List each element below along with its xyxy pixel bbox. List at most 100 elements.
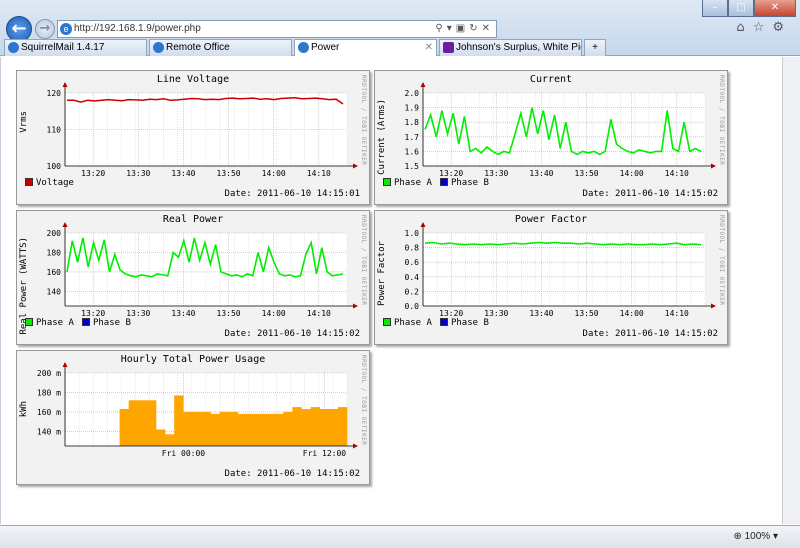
y-tick-label: 110 (47, 126, 62, 135)
window-controls: – □ ✕ (702, 0, 796, 17)
x-axis-arrow-icon (711, 163, 716, 169)
y-tick-label: 0.2 (405, 287, 420, 296)
x-tick-label: Fri 12:00 (303, 449, 347, 458)
x-tick-label: 13:40 (171, 169, 195, 178)
usage-bar (219, 411, 229, 446)
legend: Phase A Phase B (383, 318, 489, 328)
legend-item-phase-b: Phase B (81, 318, 131, 328)
toolbar-icons[interactable]: ⌂☆⚙ (736, 20, 792, 35)
chart-date: Date: 2011-06-10 14:15:02 (224, 469, 360, 479)
tab-johnsons-surplus[interactable]: Johnson's Surplus, White Pige... (439, 39, 582, 56)
yahoo-icon (443, 42, 454, 53)
y-tick-label: 0.8 (405, 244, 420, 253)
tab-remote-office[interactable]: Remote Office (149, 39, 292, 56)
x-tick-label: 14:00 (262, 169, 286, 178)
y-axis-arrow-icon (62, 82, 68, 87)
y-tick-label: 160 m (37, 408, 61, 417)
tab-close-icon[interactable]: ✕ (425, 40, 433, 55)
x-tick-label: 14:10 (307, 309, 331, 318)
home-icon: ⌂ (736, 20, 753, 35)
y-axis-arrow-icon (420, 222, 426, 227)
x-tick-label: 13:20 (439, 309, 463, 318)
line-voltage-graph: Line Voltage Vrms RRDTOOL / TOBI OETIKER… (16, 70, 370, 205)
address-tools[interactable]: ⚲▾▣↻✕ (435, 21, 494, 37)
forward-button[interactable]: → (35, 19, 55, 39)
search-icon: ⚲ (435, 23, 447, 34)
tab-favicon-icon (8, 42, 19, 53)
x-tick-label: 13:30 (126, 309, 150, 318)
y-tick-label: 120 (47, 89, 62, 98)
gear-icon: ⚙ (772, 20, 792, 35)
dropdown-icon: ▾ (446, 23, 456, 34)
address-bar[interactable]: e http://192.168.1.9/power.php ⚲▾▣↻✕ (57, 20, 497, 38)
usage-bar (146, 400, 157, 446)
usage-bar (337, 407, 348, 446)
zoom-level[interactable]: ⊕ 100% ▾ (733, 531, 778, 542)
tab-favicon-icon (153, 42, 164, 53)
x-tick-label: 13:40 (529, 309, 553, 318)
tab-power[interactable]: Power ✕ (294, 39, 437, 56)
chart-date: Date: 2011-06-10 14:15:02 (582, 329, 718, 339)
x-tick-label: 13:50 (217, 309, 241, 318)
vertical-scrollbar[interactable] (782, 57, 800, 524)
usage-bar (119, 409, 129, 446)
x-tick-label: 13:50 (575, 309, 599, 318)
x-tick-label: 13:50 (217, 169, 241, 178)
usage-bar (192, 411, 202, 446)
usage-bar (228, 411, 239, 446)
y-axis-arrow-icon (62, 222, 68, 227)
power-factor-graph: Power Factor Power Factor RRDTOOL / TOBI… (374, 210, 728, 345)
y-tick-label: 100 (47, 162, 62, 171)
maximize-button[interactable]: □ (728, 0, 754, 17)
minimize-button[interactable]: – (702, 0, 728, 17)
zoom-icon: ⊕ (733, 531, 742, 542)
usage-bar (156, 429, 166, 446)
y-tick-label: 140 (47, 287, 62, 296)
usage-bar (246, 413, 257, 446)
usage-bar (328, 409, 339, 446)
compat-icon: ▣ (455, 23, 470, 34)
x-tick-label: 14:10 (307, 169, 331, 178)
close-window-button[interactable]: ✕ (754, 0, 796, 17)
chart-date: Date: 2011-06-10 14:15:02 (582, 189, 718, 199)
y-tick-label: 2.0 (405, 89, 420, 98)
y-tick-label: 180 m (37, 388, 61, 397)
x-tick-label: 13:20 (439, 169, 463, 178)
usage-bar (319, 409, 330, 446)
usage-bar (310, 407, 320, 446)
x-tick-label: Fri 00:00 (162, 449, 206, 458)
chart-date: Date: 2011-06-10 14:15:02 (224, 329, 360, 339)
tab-squirrelmail[interactable]: SquirrelMail 1.4.17 (4, 39, 147, 56)
y-tick-label: 180 (47, 248, 62, 257)
legend: Phase A Phase B (25, 318, 131, 328)
legend: Phase A Phase B (383, 178, 489, 188)
address-url: http://192.168.1.9/power.php (74, 23, 201, 34)
y-tick-label: 1.9 (405, 104, 420, 113)
x-tick-label: 14:10 (665, 309, 689, 318)
status-bar: ⊕ 100% ▾ (0, 525, 800, 548)
x-tick-label: 13:40 (529, 169, 553, 178)
legend: Voltage (25, 178, 74, 188)
y-tick-label: 200 m (37, 369, 61, 378)
y-tick-label: 1.7 (405, 133, 420, 142)
usage-bar (201, 411, 211, 446)
usage-bar (301, 409, 311, 446)
usage-bar (256, 413, 266, 446)
legend-item-phase-a: Phase A (25, 318, 74, 328)
y-tick-label: 0.0 (405, 302, 420, 311)
x-tick-label: 14:00 (262, 309, 286, 318)
x-tick-label: 13:30 (126, 169, 150, 178)
x-tick-label: 13:30 (484, 169, 508, 178)
y-tick-label: 140 m (37, 427, 61, 436)
x-tick-label: 13:50 (575, 169, 599, 178)
usage-bar (137, 400, 148, 446)
tab-favicon-icon (298, 42, 309, 53)
hourly-power-usage-graph: Hourly Total Power Usage kWh RRDTOOL / T… (16, 350, 370, 485)
x-tick-label: 13:20 (81, 309, 105, 318)
y-tick-label: 1.5 (405, 162, 420, 171)
x-axis-arrow-icon (711, 303, 716, 309)
current-graph: Current Current (Arms) RRDTOOL / TOBI OE… (374, 70, 728, 205)
x-tick-label: 14:10 (665, 169, 689, 178)
usage-bar (165, 434, 175, 446)
new-tab-button[interactable]: + (584, 39, 606, 56)
